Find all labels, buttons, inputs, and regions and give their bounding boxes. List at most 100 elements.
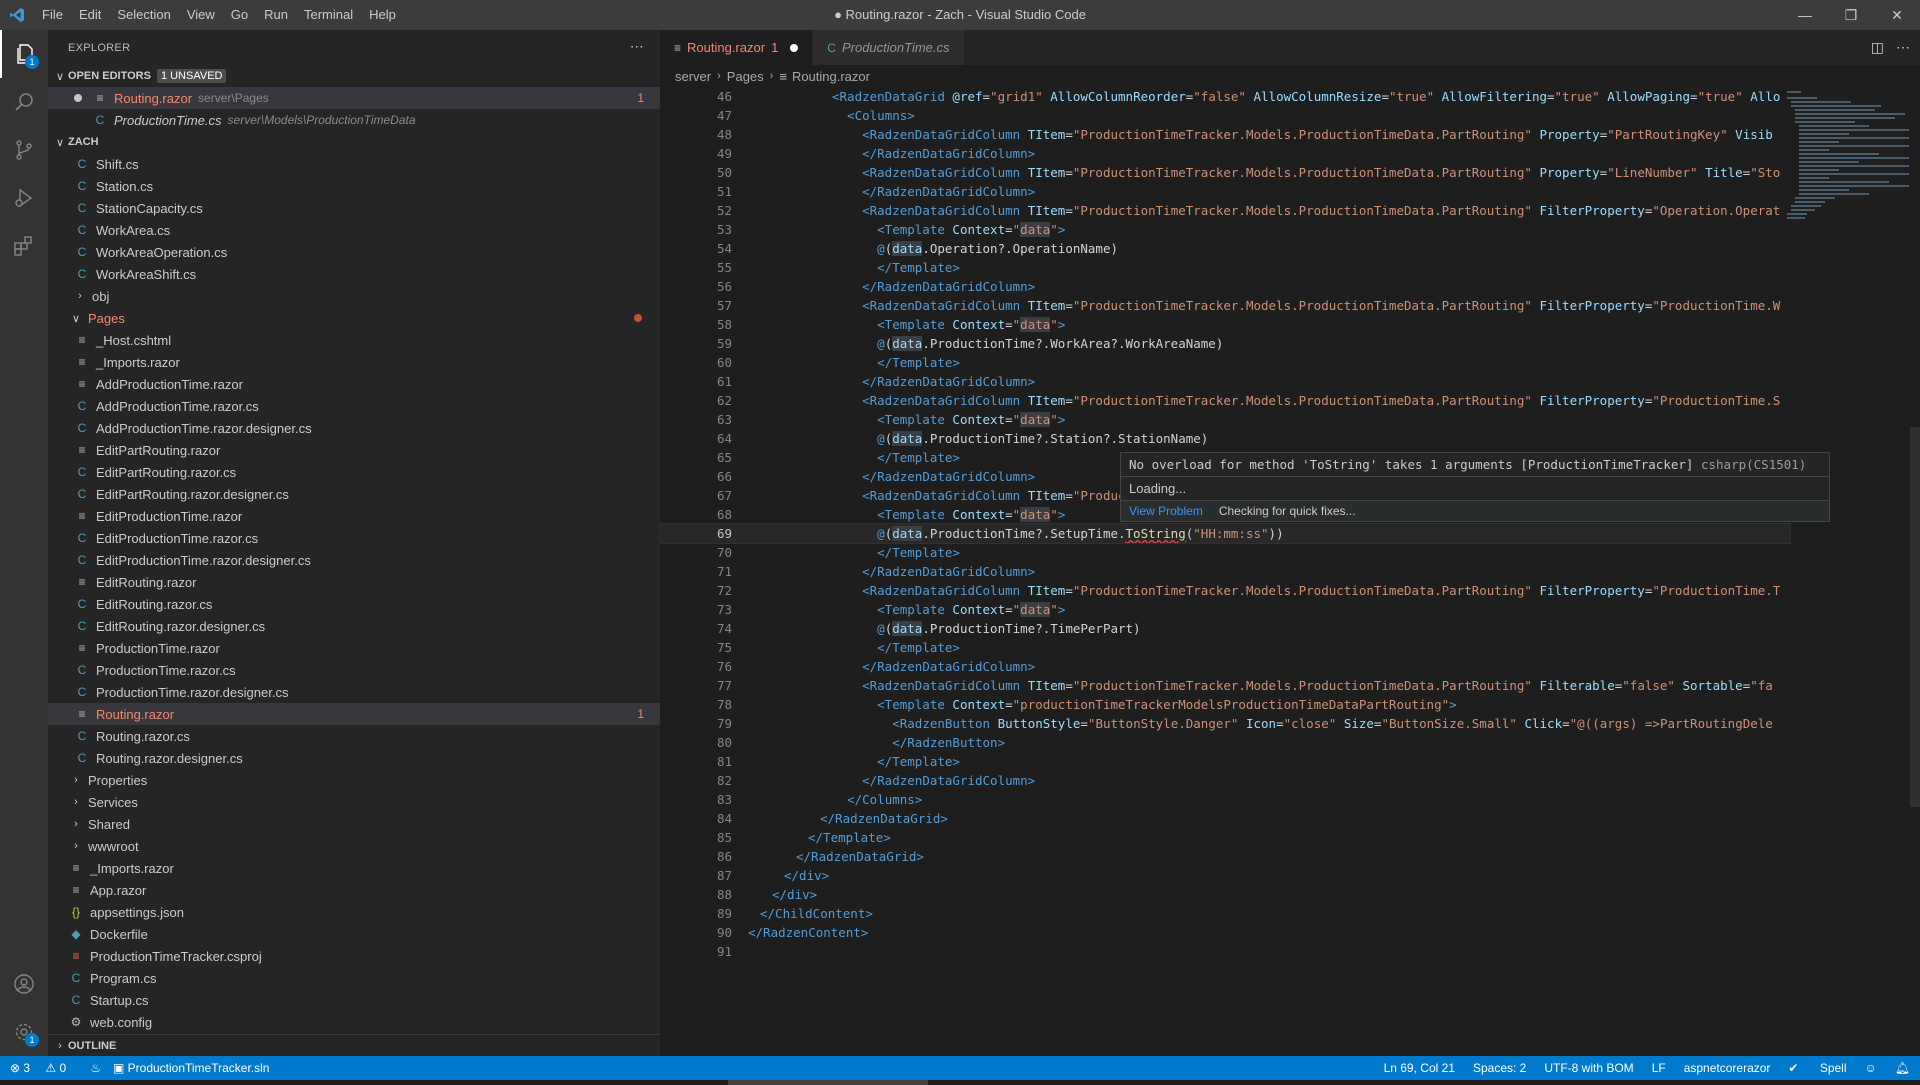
workspace-section[interactable]: ∨ ZACH — [48, 131, 660, 153]
open-editor-item[interactable]: ≡ Routing.razor server\Pages 1 — [48, 87, 660, 109]
encoding[interactable]: UTF-8 with BOM — [1544, 1061, 1633, 1075]
file-tree-item[interactable]: C WorkAreaShift.cs — [48, 263, 660, 285]
breadcrumb-item[interactable]: Routing.razor — [792, 69, 870, 84]
file-tree-item[interactable]: ≡ EditRouting.razor — [48, 571, 660, 593]
code-line[interactable]: 86 </RadzenDataGrid> — [660, 847, 1790, 866]
more-actions-icon[interactable]: ⋯ — [630, 38, 644, 55]
breadcrumb-item[interactable]: server — [675, 69, 711, 84]
file-tree-item[interactable]: C EditPartRouting.razor.designer.cs — [48, 483, 660, 505]
unsaved-dot-icon[interactable] — [790, 43, 799, 52]
folder-item[interactable]: › Properties — [48, 769, 660, 791]
code-line[interactable]: 89 </ChildContent> — [660, 904, 1790, 923]
file-tree-item[interactable]: C ProductionTime.razor.cs — [48, 659, 660, 681]
folder-item[interactable]: › Services — [48, 791, 660, 813]
file-tree-item[interactable]: ≡ App.razor — [48, 879, 660, 901]
code-line[interactable]: 58 <Template Context="data"> — [660, 315, 1790, 334]
open-editors-section[interactable]: ∨ OPEN EDITORS 1 UNSAVED — [48, 65, 660, 87]
code-line[interactable]: 87 </div> — [660, 866, 1790, 885]
feedback-icon[interactable]: ☺ — [1865, 1061, 1877, 1075]
menu-run[interactable]: Run — [256, 0, 296, 30]
code-line[interactable]: 84 </RadzenDataGrid> — [660, 809, 1790, 828]
tab-productiontime-cs[interactable]: C ProductionTime.cs — [813, 30, 965, 65]
file-tree-item[interactable]: C Routing.razor.designer.cs — [48, 747, 660, 769]
file-tree-item[interactable]: C WorkAreaOperation.cs — [48, 241, 660, 263]
code-line[interactable]: 51 </RadzenDataGridColumn> — [660, 182, 1790, 201]
code-line[interactable]: 71 </RadzenDataGridColumn> — [660, 562, 1790, 581]
menu-help[interactable]: Help — [361, 0, 404, 30]
code-line[interactable]: 85 </Template> — [660, 828, 1790, 847]
code-line[interactable]: 75 </Template> — [660, 638, 1790, 657]
view-problem-link[interactable]: View Problem — [1129, 504, 1203, 518]
problems-indicator[interactable]: ⊗ 3 ⚠ 0 — [10, 1061, 78, 1075]
file-tree-item[interactable]: ◆ Dockerfile — [48, 923, 660, 945]
code-line[interactable]: 77 <RadzenDataGridColumn TItem="Producti… — [660, 676, 1790, 695]
code-line[interactable]: 72 <RadzenDataGridColumn TItem="Producti… — [660, 581, 1790, 600]
code-line[interactable]: 61 </RadzenDataGridColumn> — [660, 372, 1790, 391]
file-tree-item[interactable]: ≡ ProductionTimeTracker.csproj — [48, 945, 660, 967]
explorer-icon[interactable]: 1 — [0, 30, 48, 78]
code-line[interactable]: 62 <RadzenDataGridColumn TItem="Producti… — [660, 391, 1790, 410]
open-editor-item[interactable]: C ProductionTime.cs server\Models\Produc… — [48, 109, 660, 131]
code-line[interactable]: 69 @(data.ProductionTime?.SetupTime.ToSt… — [659, 523, 1791, 544]
split-editor-icon[interactable]: ◫ — [1871, 39, 1884, 56]
menu-terminal[interactable]: Terminal — [296, 0, 361, 30]
indentation[interactable]: Spaces: 2 — [1473, 1061, 1526, 1075]
code-line[interactable]: 50 <RadzenDataGridColumn TItem="Producti… — [660, 163, 1790, 182]
file-tree-item[interactable]: {} appsettings.json — [48, 901, 660, 923]
file-tree-item[interactable]: ≡ EditPartRouting.razor — [48, 439, 660, 461]
menu-edit[interactable]: Edit — [71, 0, 109, 30]
solution-indicator[interactable]: ▣ ProductionTimeTracker.sln — [113, 1061, 282, 1075]
code-line[interactable]: 74 @(data.ProductionTime?.TimePerPart) — [660, 619, 1790, 638]
file-tree-item[interactable]: C EditPartRouting.razor.cs — [48, 461, 660, 483]
menu-go[interactable]: Go — [223, 0, 256, 30]
folder-item[interactable]: ∨ Pages — [48, 307, 660, 329]
code-line[interactable]: 90 </RadzenContent> — [660, 923, 1790, 942]
file-tree-item[interactable]: C AddProductionTime.razor.cs — [48, 395, 660, 417]
file-tree-item[interactable]: ≡ Routing.razor 1 — [48, 703, 660, 725]
code-line[interactable]: 52 <RadzenDataGridColumn TItem="Producti… — [660, 201, 1790, 220]
code-line[interactable]: 73 <Template Context="data"> — [660, 600, 1790, 619]
file-tree-item[interactable]: C WorkArea.cs — [48, 219, 660, 241]
spell-indicator[interactable]: ✔ Spell — [1788, 1061, 1846, 1075]
code-line[interactable]: 83 </Columns> — [660, 790, 1790, 809]
source-control-icon[interactable] — [0, 126, 48, 174]
minimap[interactable] — [1785, 87, 1910, 247]
code-line[interactable]: 47 <Columns> — [660, 106, 1790, 125]
code-line[interactable]: 49 </RadzenDataGridColumn> — [660, 144, 1790, 163]
code-line[interactable]: 55 </Template> — [660, 258, 1790, 277]
file-tree-item[interactable]: C EditProductionTime.razor.designer.cs — [48, 549, 660, 571]
folder-item[interactable]: › wwwroot — [48, 835, 660, 857]
file-tree-item[interactable]: ≡ _Imports.razor — [48, 351, 660, 373]
account-icon[interactable] — [0, 960, 48, 1008]
code-line[interactable]: 79 <RadzenButton ButtonStyle="ButtonStyl… — [660, 714, 1790, 733]
end-of-line[interactable]: LF — [1652, 1061, 1666, 1075]
unsaved-dot-icon[interactable] — [74, 94, 82, 102]
file-tree-item[interactable]: C Routing.razor.cs — [48, 725, 660, 747]
flame-icon[interactable]: ♨ — [90, 1061, 101, 1075]
settings-gear-icon[interactable]: 1 — [0, 1008, 48, 1056]
file-tree-item[interactable]: C EditRouting.razor.cs — [48, 593, 660, 615]
file-tree-item[interactable]: ≡ _Imports.razor — [48, 857, 660, 879]
code-line[interactable]: 88 </div> — [660, 885, 1790, 904]
close-icon[interactable]: ✕ — [1874, 0, 1920, 30]
code-line[interactable]: 46 <RadzenDataGrid @ref="grid1" AllowColu… — [660, 87, 1790, 106]
breadcrumb-item[interactable]: Pages — [727, 69, 764, 84]
file-tree-item[interactable]: C Station.cs — [48, 175, 660, 197]
notifications-bell-icon[interactable]: 🔔︎ — [1895, 1061, 1910, 1075]
more-actions-icon[interactable]: ⋯ — [1896, 39, 1910, 56]
file-tree-item[interactable]: C Startup.cs — [48, 989, 660, 1011]
code-line[interactable]: 57 <RadzenDataGridColumn TItem="Producti… — [660, 296, 1790, 315]
code-line[interactable]: 70 </Template> — [660, 543, 1790, 562]
scrollbar-thumb[interactable] — [1910, 427, 1920, 807]
code-line[interactable]: 59 @(data.ProductionTime?.WorkArea?.Work… — [660, 334, 1790, 353]
code-line[interactable]: 63 <Template Context="data"> — [660, 410, 1790, 429]
menu-selection[interactable]: Selection — [109, 0, 178, 30]
file-tree-item[interactable]: C EditRouting.razor.designer.cs — [48, 615, 660, 637]
run-debug-icon[interactable] — [0, 174, 48, 222]
code-line[interactable]: 91 — [660, 942, 1790, 961]
vertical-scrollbar[interactable] — [1910, 87, 1920, 1056]
folder-item[interactable]: › obj — [48, 285, 660, 307]
code-line[interactable]: 82 </RadzenDataGridColumn> — [660, 771, 1790, 790]
outline-section[interactable]: › OUTLINE — [48, 1034, 660, 1056]
menu-file[interactable]: File — [34, 0, 71, 30]
